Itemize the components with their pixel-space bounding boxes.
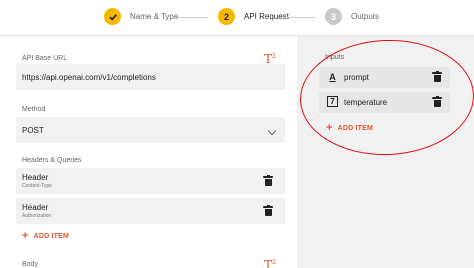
input-item-temperature[interactable]: 7 temperature [319, 92, 450, 113]
header-item-subtitle: Content-Type [22, 183, 53, 189]
step-label: Name & Type [130, 12, 179, 21]
input-name: temperature [344, 98, 388, 107]
add-item-label: ADD ITEM [33, 233, 70, 240]
trash-icon[interactable] [432, 71, 442, 82]
header-item[interactable]: Header Authorization [16, 198, 285, 224]
method-label: Method [22, 106, 46, 113]
inputs-panel: Inputs A prompt 7 temperature + ADD ITEM [297, 36, 474, 268]
header-item-title: Header [22, 173, 49, 182]
step-outputs[interactable]: 3 Outputs [325, 8, 379, 25]
api-base-url-label: API Base URL [22, 55, 68, 62]
text-icon: A [329, 72, 336, 82]
trash-icon[interactable] [263, 175, 273, 186]
input-item-prompt[interactable]: A prompt [319, 67, 450, 88]
input-name: prompt [344, 73, 369, 82]
template-icon[interactable]: T2 [264, 258, 276, 268]
headers-queries-label: Headers & Queries [22, 157, 82, 164]
header-item-subtitle: Authorization [22, 213, 52, 219]
api-request-editor: Name & Type 2 API Request 3 Outputs API … [0, 0, 474, 268]
add-item-label: ADD ITEM [337, 125, 374, 132]
header-item-title: Header [22, 203, 49, 212]
step-label: API Request [244, 12, 289, 21]
request-form: API Base URL T2 https://api.openai.com/v… [0, 36, 297, 268]
body-label: Body [22, 261, 38, 268]
trash-icon[interactable] [263, 205, 273, 216]
step-api-request[interactable]: 2 API Request [218, 8, 289, 25]
step-number: 3 [325, 8, 342, 25]
check-icon [104, 8, 121, 25]
api-base-url-field[interactable]: https://api.openai.com/v1/completions [16, 64, 285, 90]
step-number: 2 [218, 8, 235, 25]
add-header-button[interactable]: + ADD ITEM [22, 230, 70, 242]
method-value: POST [22, 126, 44, 135]
method-select[interactable]: POST [16, 117, 285, 143]
add-input-button[interactable]: + ADD ITEM [326, 122, 374, 134]
step-name-type[interactable]: Name & Type [104, 8, 178, 25]
chevron-down-icon [267, 126, 277, 136]
inputs-label: Inputs [325, 54, 345, 61]
step-connector [284, 17, 316, 18]
plus-icon: + [22, 230, 29, 242]
header-item[interactable]: Header Content-Type [16, 168, 285, 194]
api-base-url-value: https://api.openai.com/v1/completions [22, 73, 156, 82]
stepper: Name & Type 2 API Request 3 Outputs [0, 0, 474, 36]
number-icon: 7 [327, 96, 338, 107]
step-label: Outputs [351, 12, 380, 21]
trash-icon[interactable] [432, 96, 442, 107]
step-connector [176, 17, 208, 18]
plus-icon: + [326, 122, 333, 134]
